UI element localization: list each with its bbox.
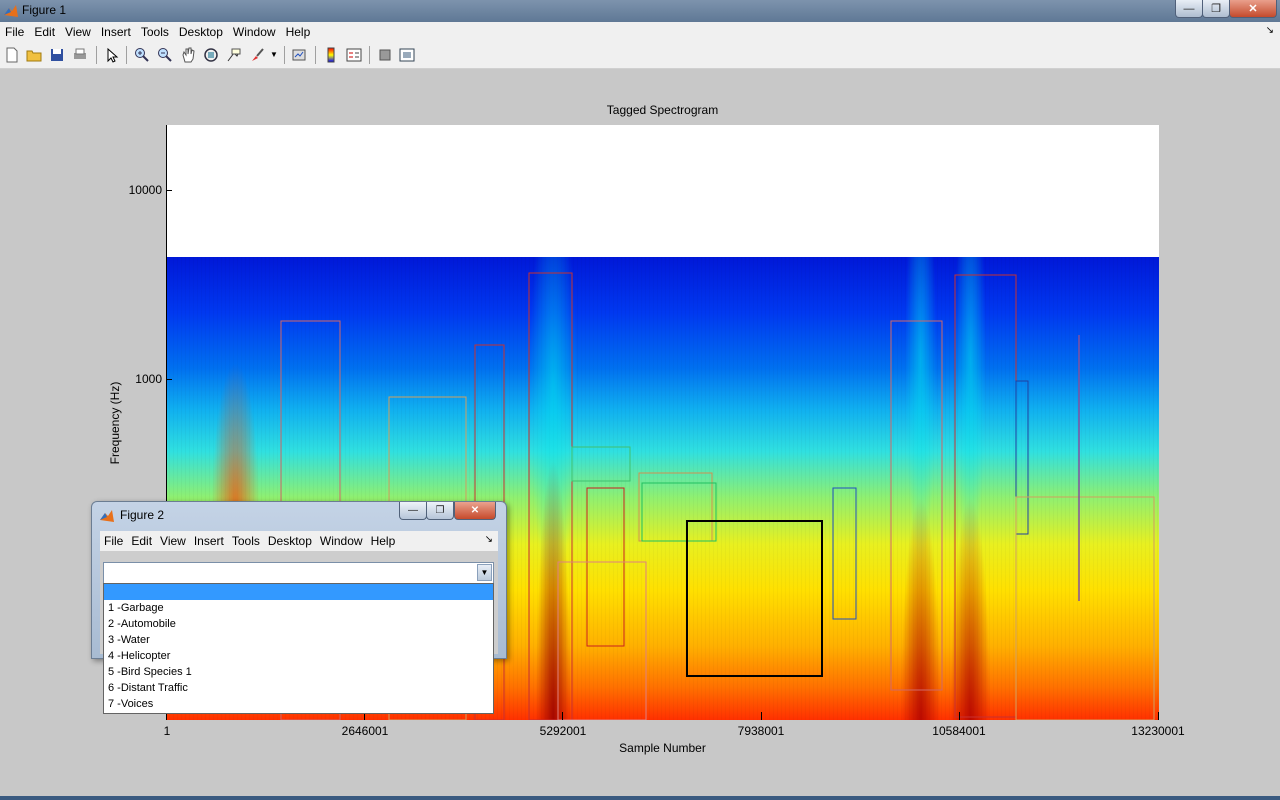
figure2-maximize-button[interactable]: ❐ <box>426 502 454 520</box>
hide-plot-tools-icon[interactable] <box>377 47 393 63</box>
taskbar-edge <box>0 796 1280 800</box>
figure2-title: Figure 2 <box>120 508 165 522</box>
open-file-icon[interactable] <box>26 47 42 63</box>
new-figure-icon[interactable] <box>4 47 20 63</box>
minimize-button[interactable]: — <box>1175 0 1203 18</box>
dropdown-arrow-icon[interactable]: ▼ <box>477 564 492 581</box>
figure2-menu-edit[interactable]: Edit <box>127 534 156 548</box>
figure-toolbar: ▼ <box>0 42 1280 69</box>
menu-desktop[interactable]: Desktop <box>174 25 228 39</box>
tag-box <box>890 320 943 691</box>
x-tick <box>1158 712 1159 720</box>
menu-help[interactable]: Help <box>281 25 316 39</box>
pan-icon[interactable] <box>180 47 196 63</box>
figure2-menu-view[interactable]: View <box>156 534 190 548</box>
show-plot-tools-icon[interactable] <box>399 47 415 63</box>
tag-box <box>586 487 625 647</box>
x-tick-label: 13230001 <box>1131 724 1185 738</box>
tag-box <box>641 482 717 542</box>
figure2-menu-help[interactable]: Help <box>367 534 400 548</box>
rotate-3d-icon[interactable] <box>203 47 219 63</box>
matlab-logo-icon <box>100 510 114 522</box>
tag-box <box>557 561 647 720</box>
menu-bar: File Edit View Insert Tools Desktop Wind… <box>0 22 1280 42</box>
y-axis-label: Frequency (Hz) <box>108 381 122 465</box>
menu-tools[interactable]: Tools <box>136 25 174 39</box>
tag-box <box>954 274 1017 718</box>
figure2-menu-desktop[interactable]: Desktop <box>264 534 316 548</box>
x-tick-label: 7938001 <box>737 724 785 738</box>
tag-box <box>571 446 631 482</box>
y-tick <box>167 379 172 380</box>
figure2-minimize-button[interactable]: — <box>399 502 427 520</box>
figure2-close-button[interactable]: ✕ <box>454 502 496 520</box>
menu-insert[interactable]: Insert <box>96 25 136 39</box>
window-titlebar: Figure 1 — ❐ ✕ <box>0 0 1280 22</box>
selected-tag-box <box>686 520 823 677</box>
tag-box <box>1015 496 1155 720</box>
tag-box <box>832 487 857 620</box>
zoom-in-icon[interactable] <box>134 47 150 63</box>
dock-arrow-icon[interactable]: ↘ <box>1266 25 1274 36</box>
y-tick-label: 1000 <box>135 372 162 386</box>
tag-class-select[interactable]: ▼ <box>103 562 494 584</box>
dropdown-option-bird-species-1[interactable]: 5 -Bird Species 1 <box>104 664 493 680</box>
save-icon[interactable] <box>49 47 65 63</box>
figure2-menu-bar: File Edit View Insert Tools Desktop Wind… <box>100 531 498 551</box>
dropdown-option-water[interactable]: 3 -Water <box>104 632 493 648</box>
x-tick <box>959 712 960 720</box>
data-cursor-icon[interactable] <box>226 47 242 63</box>
dock-arrow-icon[interactable]: ↘ <box>485 534 493 545</box>
tag-box <box>1015 380 1029 535</box>
x-tick-label: 10584001 <box>932 724 986 738</box>
colorbar-icon[interactable] <box>323 47 339 63</box>
menu-edit[interactable]: Edit <box>29 25 60 39</box>
x-tick-label: 2646001 <box>341 724 389 738</box>
y-tick-label: 10000 <box>128 183 162 197</box>
x-tick-label: 5292001 <box>539 724 587 738</box>
maximize-button[interactable]: ❐ <box>1202 0 1230 18</box>
menu-file[interactable]: File <box>0 25 29 39</box>
dropdown-option-voices[interactable]: 7 -Voices <box>104 696 493 712</box>
dropdown-option-helicopter[interactable]: 4 -Helicopter <box>104 648 493 664</box>
zoom-out-icon[interactable] <box>157 47 173 63</box>
brush-icon[interactable] <box>249 47 265 63</box>
legend-icon[interactable] <box>346 47 362 63</box>
dropdown-option-empty[interactable] <box>104 584 493 600</box>
print-icon[interactable] <box>72 47 88 63</box>
menu-window[interactable]: Window <box>228 25 281 39</box>
link-plot-icon[interactable] <box>291 47 307 63</box>
close-button[interactable]: ✕ <box>1229 0 1277 18</box>
dropdown-option-garbage[interactable]: 1 -Garbage <box>104 600 493 616</box>
plot-title: Tagged Spectrogram <box>606 103 719 117</box>
x-tick <box>761 712 762 720</box>
x-tick <box>562 712 563 720</box>
figure2-menu-insert[interactable]: Insert <box>190 534 228 548</box>
figure2-menu-window[interactable]: Window <box>316 534 367 548</box>
x-axis-label: Sample Number <box>619 741 706 755</box>
menu-view[interactable]: View <box>60 25 96 39</box>
dropdown-option-distant-traffic[interactable]: 6 -Distant Traffic <box>104 680 493 696</box>
tag-class-dropdown-list: 1 -Garbage 2 -Automobile 3 -Water 4 -Hel… <box>103 583 494 714</box>
matlab-logo-icon <box>4 5 18 17</box>
pointer-icon[interactable] <box>104 47 120 63</box>
tag-box <box>528 272 573 720</box>
x-tick-label: 1 <box>163 724 171 738</box>
figure2-menu-file[interactable]: File <box>100 534 127 548</box>
y-tick <box>167 190 172 191</box>
dropdown-option-automobile[interactable]: 2 -Automobile <box>104 616 493 632</box>
figure2-menu-tools[interactable]: Tools <box>228 534 264 548</box>
window-title: Figure 1 <box>22 3 67 17</box>
